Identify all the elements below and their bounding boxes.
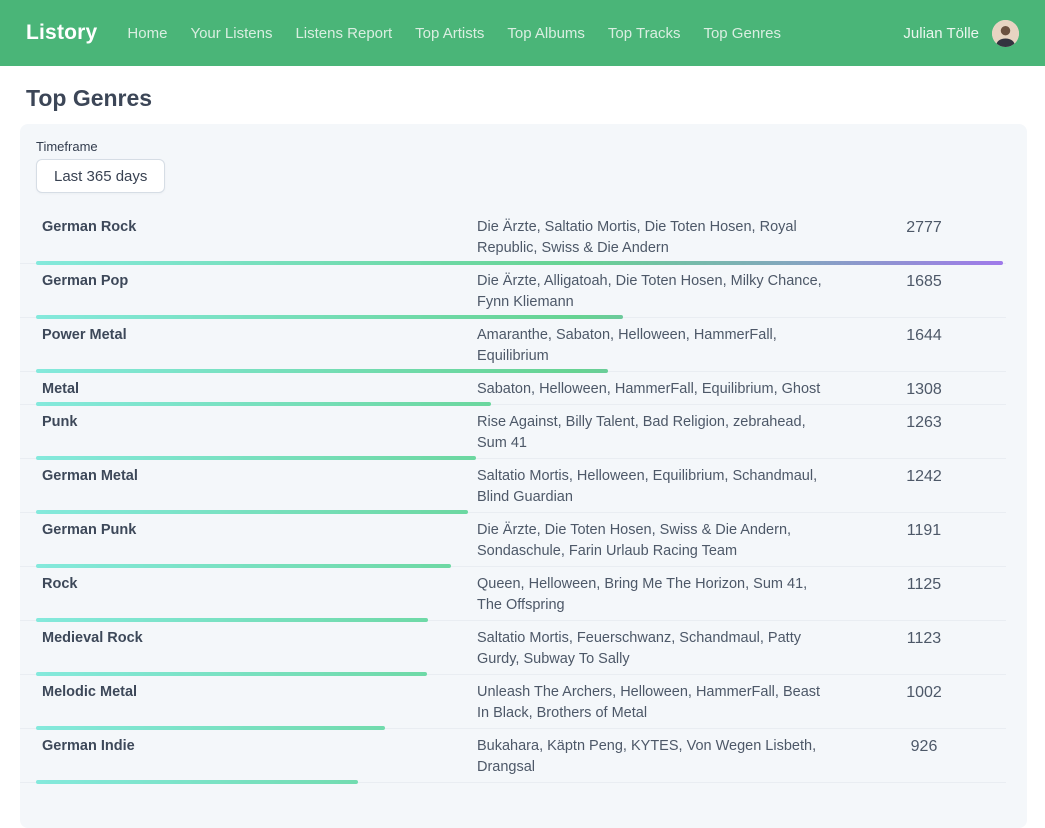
nav-item-home[interactable]: Home: [127, 25, 167, 42]
genre-name: Medieval Rock: [20, 628, 477, 649]
genre-listen-count: 926: [842, 736, 1006, 757]
nav-links: Home Your Listens Listens Report Top Artist…: [127, 25, 903, 42]
genre-row: German MetalSaltatio Mortis, Helloween, …: [20, 459, 1006, 513]
genre-listen-count: 1125: [842, 574, 1006, 595]
genre-top-artists: Amaranthe, Sabaton, Helloween, HammerFal…: [477, 325, 842, 367]
genre-top-artists: Bukahara, Käptn Peng, KYTES, Von Wegen L…: [477, 736, 842, 778]
genre-listen-count: 1002: [842, 682, 1006, 703]
genre-top-artists: Rise Against, Billy Talent, Bad Religion…: [477, 412, 842, 454]
user-name: Julian Tölle: [903, 25, 979, 42]
genre-row: RockQueen, Helloween, Bring Me The Horiz…: [20, 567, 1006, 621]
genre-name: German Punk: [20, 520, 477, 541]
genre-row: Power MetalAmaranthe, Sabaton, Helloween…: [20, 318, 1006, 372]
genre-name: Rock: [20, 574, 477, 595]
genre-top-artists: Unleash The Archers, Helloween, HammerFa…: [477, 682, 842, 724]
genre-name: German Metal: [20, 466, 477, 487]
top-genres-card: Timeframe Last 365 days German RockDie Ä…: [20, 124, 1027, 828]
genre-top-artists: Queen, Helloween, Bring Me The Horizon, …: [477, 574, 842, 616]
genre-name: Punk: [20, 412, 477, 433]
user-avatar[interactable]: [992, 20, 1019, 47]
genre-top-artists: Die Ärzte, Die Toten Hosen, Swiss & Die …: [477, 520, 842, 562]
genre-bar-track: [36, 780, 1003, 784]
nav-item-top-tracks[interactable]: Top Tracks: [608, 25, 681, 42]
genre-row: Medieval RockSaltatio Mortis, Feuerschwa…: [20, 621, 1006, 675]
genre-table: German RockDie Ärzte, Saltatio Mortis, D…: [20, 210, 1027, 783]
genre-name: Metal: [20, 379, 477, 400]
genre-listen-count: 1242: [842, 466, 1006, 487]
nav-item-your-listens[interactable]: Your Listens: [190, 25, 272, 42]
nav-item-top-artists[interactable]: Top Artists: [415, 25, 484, 42]
genre-row: German PopDie Ärzte, Alligatoah, Die Tot…: [20, 264, 1006, 318]
genre-top-artists: Die Ärzte, Alligatoah, Die Toten Hosen, …: [477, 271, 842, 313]
genre-listen-count: 1644: [842, 325, 1006, 346]
genre-top-artists: Sabaton, Helloween, HammerFall, Equilibr…: [477, 379, 842, 400]
timeframe-label: Timeframe: [36, 139, 1027, 155]
genre-name: German Indie: [20, 736, 477, 757]
genre-name: Power Metal: [20, 325, 477, 346]
genre-row: German IndieBukahara, Käptn Peng, KYTES,…: [20, 729, 1006, 783]
top-navbar: Listory Home Your Listens Listens Report To…: [0, 0, 1045, 66]
app-logo[interactable]: Listory: [26, 21, 97, 45]
genre-listen-count: 1263: [842, 412, 1006, 433]
genre-row: PunkRise Against, Billy Talent, Bad Reli…: [20, 405, 1006, 459]
genre-name: German Pop: [20, 271, 477, 292]
page-title: Top Genres: [0, 85, 1045, 112]
genre-listen-count: 1685: [842, 271, 1006, 292]
user-menu[interactable]: Julian Tölle: [903, 20, 1019, 47]
nav-item-top-albums[interactable]: Top Albums: [507, 25, 585, 42]
nav-item-top-genres[interactable]: Top Genres: [703, 25, 781, 42]
genre-row: German RockDie Ärzte, Saltatio Mortis, D…: [20, 210, 1006, 264]
genre-name: German Rock: [20, 217, 477, 238]
genre-listen-count: 1191: [842, 520, 1006, 541]
genre-row: MetalSabaton, Helloween, HammerFall, Equ…: [20, 372, 1006, 405]
genre-row: Melodic MetalUnleash The Archers, Hellow…: [20, 675, 1006, 729]
genre-listen-count: 2777: [842, 217, 1006, 238]
avatar-photo: [992, 20, 1019, 47]
timeframe-select[interactable]: Last 365 days: [36, 159, 165, 193]
genre-listen-count: 1123: [842, 628, 1006, 649]
genre-bar: [36, 780, 358, 784]
nav-item-listens-report[interactable]: Listens Report: [295, 25, 392, 42]
genre-listen-count: 1308: [842, 379, 1006, 400]
genre-top-artists: Die Ärzte, Saltatio Mortis, Die Toten Ho…: [477, 217, 842, 259]
genre-top-artists: Saltatio Mortis, Helloween, Equilibrium,…: [477, 466, 842, 508]
genre-top-artists: Saltatio Mortis, Feuerschwanz, Schandmau…: [477, 628, 842, 670]
genre-name: Melodic Metal: [20, 682, 477, 703]
genre-row: German PunkDie Ärzte, Die Toten Hosen, S…: [20, 513, 1006, 567]
timeframe-filter: Timeframe Last 365 days: [20, 139, 1027, 193]
